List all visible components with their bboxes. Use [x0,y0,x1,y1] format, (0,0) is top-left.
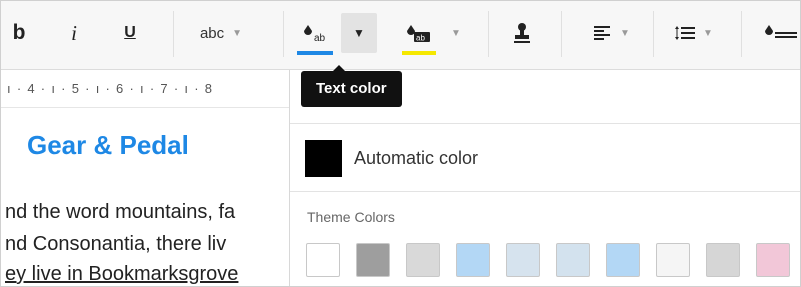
highlighter-drop-icon: ab [407,25,430,43]
toolbar-separator [488,11,489,57]
theme-color-swatch[interactable] [756,243,790,277]
theme-color-swatches [306,243,800,277]
formatting-toolbar: b i U abc ▼ ab ▼ ab ▼ ▼ ▼ [1,1,800,70]
italic-button[interactable]: i [59,13,89,53]
document-text-line: ey live in Bookmarksgrove [5,263,239,285]
chevron-down-icon: ▼ [451,27,461,39]
text-color-indicator [297,51,333,55]
bold-button[interactable]: b [5,13,33,53]
bold-label: b [12,21,26,44]
paragraph-color-button[interactable] [763,13,800,53]
theme-colors-label: Theme Colors [307,209,395,225]
underline-label: U [124,24,136,41]
automatic-color-swatch [305,139,342,177]
automatic-color-option[interactable]: Automatic color [305,139,478,177]
document-page[interactable]: Gear & Pedal nd the word mountains, fa n… [1,108,289,286]
theme-color-swatch[interactable] [656,243,690,277]
chevron-down-icon: ▼ [703,27,713,39]
font-style-dropdown[interactable]: abc ▼ [181,13,261,53]
line-spacing-icon [675,26,696,40]
align-left-icon [594,26,611,40]
automatic-color-label: Automatic color [354,147,479,168]
italic-label: i [71,20,77,45]
paint-drop-icon: ab [304,25,326,44]
tooltip: Text color [301,65,402,107]
text-color-dropdown-button[interactable]: ▼ [341,13,377,53]
chevron-down-icon: ▼ [353,26,365,40]
toolbar-separator [173,11,174,57]
theme-color-swatch[interactable] [706,243,740,277]
align-dropdown[interactable]: ▼ [587,13,637,53]
theme-color-swatch[interactable] [506,243,540,277]
highlight-glyph: ab [416,34,425,43]
chevron-down-icon: ▼ [620,27,630,39]
panel-divider [290,123,800,124]
highlight-color-dropdown-button[interactable]: ▼ [446,13,466,53]
theme-color-swatch[interactable] [606,243,640,277]
toolbar-separator [741,11,742,57]
theme-color-swatch[interactable] [456,243,490,277]
ruler: ı · 4 · ı · 5 · ı · 6 · ı · 7 · ı · 8 [1,70,289,108]
toolbar-separator [653,11,654,57]
theme-color-swatch[interactable] [556,243,590,277]
theme-color-swatch[interactable] [406,243,440,277]
toolbar-separator [561,11,562,57]
panel-divider [290,191,800,192]
theme-color-swatch[interactable] [306,243,340,277]
underline-button[interactable]: U [115,13,145,53]
highlight-color-indicator [402,51,436,55]
stamp-icon [514,23,530,43]
line-spacing-dropdown[interactable]: ▼ [669,13,719,53]
document-heading: Gear & Pedal [27,130,189,160]
document-text-line: nd Consonantia, there liv [5,233,227,255]
stamp-button[interactable] [507,13,537,53]
font-style-label: abc [199,24,225,42]
theme-color-swatch[interactable] [356,243,390,277]
text-color-button[interactable]: ab [291,13,339,55]
paint-drop-icon [765,25,797,38]
toolbar-separator [283,11,284,57]
chevron-down-icon: ▼ [232,27,243,39]
editor-window: b i U abc ▼ ab ▼ ab ▼ ▼ ▼ ı · 4 · ı · 5 … [0,0,801,287]
document-text-line: nd the word mountains, fa [5,201,236,223]
highlight-color-button[interactable]: ab [396,13,442,55]
text-color-glyph: ab [314,33,326,44]
